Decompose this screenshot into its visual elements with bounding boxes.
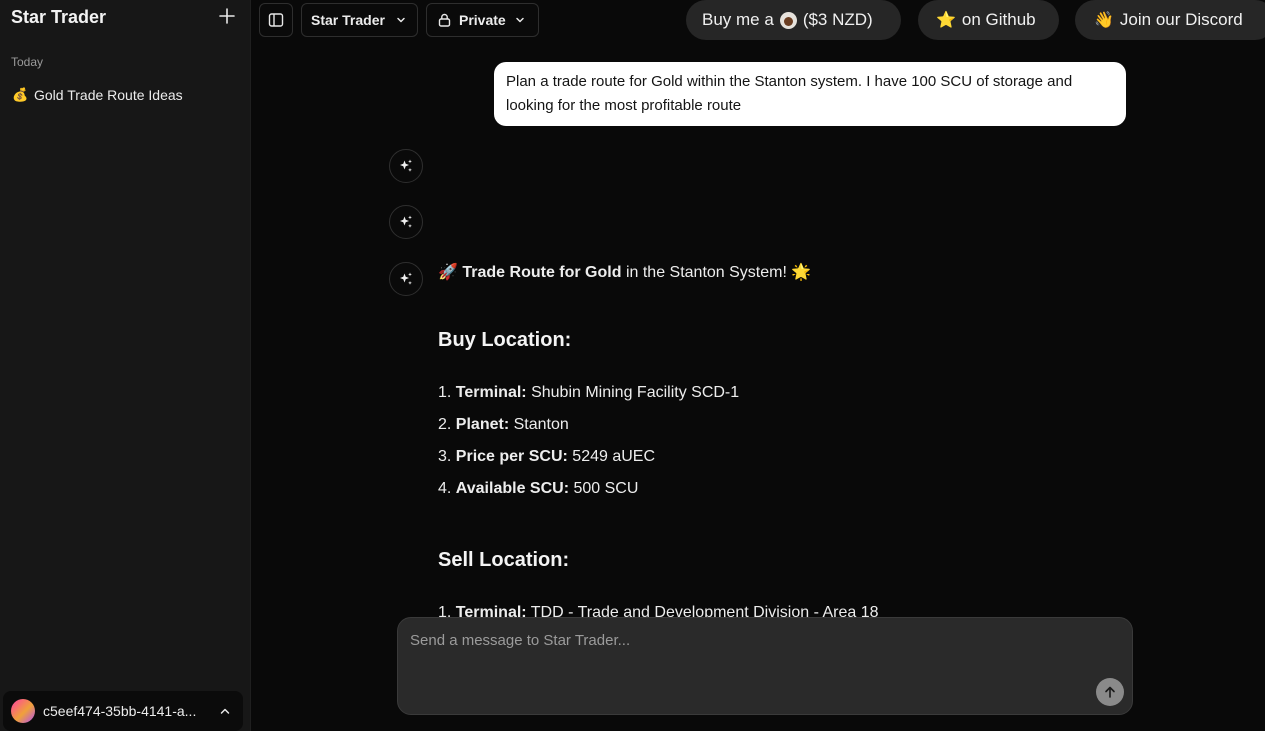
list-item: 1. Terminal: Shubin Mining Facility SCD-… [438,384,739,402]
user-menu-button[interactable]: c5eef474-35bb-4141-a... [3,691,243,731]
plus-icon [219,8,235,24]
sidebar-chat-item[interactable]: 💰 Gold Trade Route Ideas [5,83,243,107]
sparkles-icon [400,272,412,285]
reply-title-rest: in the Stanton System! [621,264,792,281]
buy-location-heading: Buy Location: [438,329,572,351]
sidebar-chat-label: Gold Trade Route Ideas [34,87,183,103]
visibility-label: Private [459,12,506,28]
list-number: 3. [438,448,452,465]
chevron-down-icon [397,17,405,23]
assistant-avatar [389,262,423,296]
arrow-up-icon [1105,686,1115,698]
discord-label: Join our Discord [1119,10,1243,29]
visibility-selector[interactable]: Private [426,3,539,37]
money-bag-icon: 💰 [12,87,29,102]
list-item: 1. Terminal: TDD - Trade and Development… [438,604,879,617]
list-item: 4. Available SCU: 500 SCU [438,480,638,498]
list-item: 3. Price per SCU: 5249 aUEC [438,448,655,466]
list-value: TDD - Trade and Development Division - A… [526,604,879,617]
coffee-icon [779,11,797,29]
list-value: Shubin Mining Facility SCD-1 [526,384,740,401]
sidebar: Star Trader Today 💰 Gold Trade Route Ide… [0,0,251,731]
list-item: 2. Planet: Stanton [438,416,569,434]
message-input[interactable] [410,628,1090,652]
reply-bold-title: Trade Route for Gold [462,264,622,281]
list-value: 500 SCU [569,480,639,497]
list-value: Stanton [509,416,569,433]
model-selector-label: Star Trader [311,12,385,28]
chevron-up-icon [215,705,235,717]
sparkles-icon [400,215,412,228]
rocket-icon: 🚀 [438,264,458,281]
github-button[interactable]: ⭐ on Github [918,0,1059,40]
message-composer [397,617,1133,715]
sidebar-toggle-icon [268,13,284,27]
send-button[interactable] [1096,678,1124,706]
list-number: 1. [438,384,452,401]
list-key: Planet: [455,416,510,433]
github-label: on Github [961,10,1036,29]
avatar [11,699,35,723]
sparkles-icon [400,159,412,172]
sidebar-app-title[interactable]: Star Trader [11,7,106,28]
discord-button[interactable]: 👋 Join our Discord [1075,0,1265,40]
sidebar-toggle-button[interactable] [259,3,293,37]
model-selector[interactable]: Star Trader [301,3,418,37]
assistant-reply-intro: 🚀 Trade Route for Gold in the Stanton Sy… [438,262,811,282]
coffee-suffix: ($3 NZD) [802,10,873,29]
coffee-prefix: Buy me a [702,10,774,29]
star-icon: ⭐ [936,12,956,29]
user-name: c5eef474-35bb-4141-a... [43,703,197,719]
list-number: 1. [438,604,452,617]
chevron-down-icon [515,17,524,23]
app-root: Star Trader Today 💰 Gold Trade Route Ide… [0,0,1265,731]
user-message: Plan a trade route for Gold within the S… [494,62,1126,126]
buy-me-a-coffee-button[interactable]: Buy me a ($3 NZD) [686,0,901,40]
list-number: 2. [438,416,452,433]
sidebar-section-today: Today [11,55,44,69]
list-value: 5249 aUEC [567,448,656,465]
list-key: Available SCU: [455,480,570,497]
sell-location-heading: Sell Location: [438,549,570,571]
list-key: Price per SCU: [455,448,568,465]
new-chat-button[interactable] [216,5,238,27]
assistant-avatar [389,149,423,183]
list-number: 4. [438,480,452,497]
sparkle-star-icon: 🌟 [791,264,812,281]
wave-icon: 👋 [1094,12,1114,29]
list-key: Terminal: [455,384,527,401]
list-key: Terminal: [455,604,527,617]
lock-icon [438,13,451,27]
assistant-avatar [389,205,423,239]
